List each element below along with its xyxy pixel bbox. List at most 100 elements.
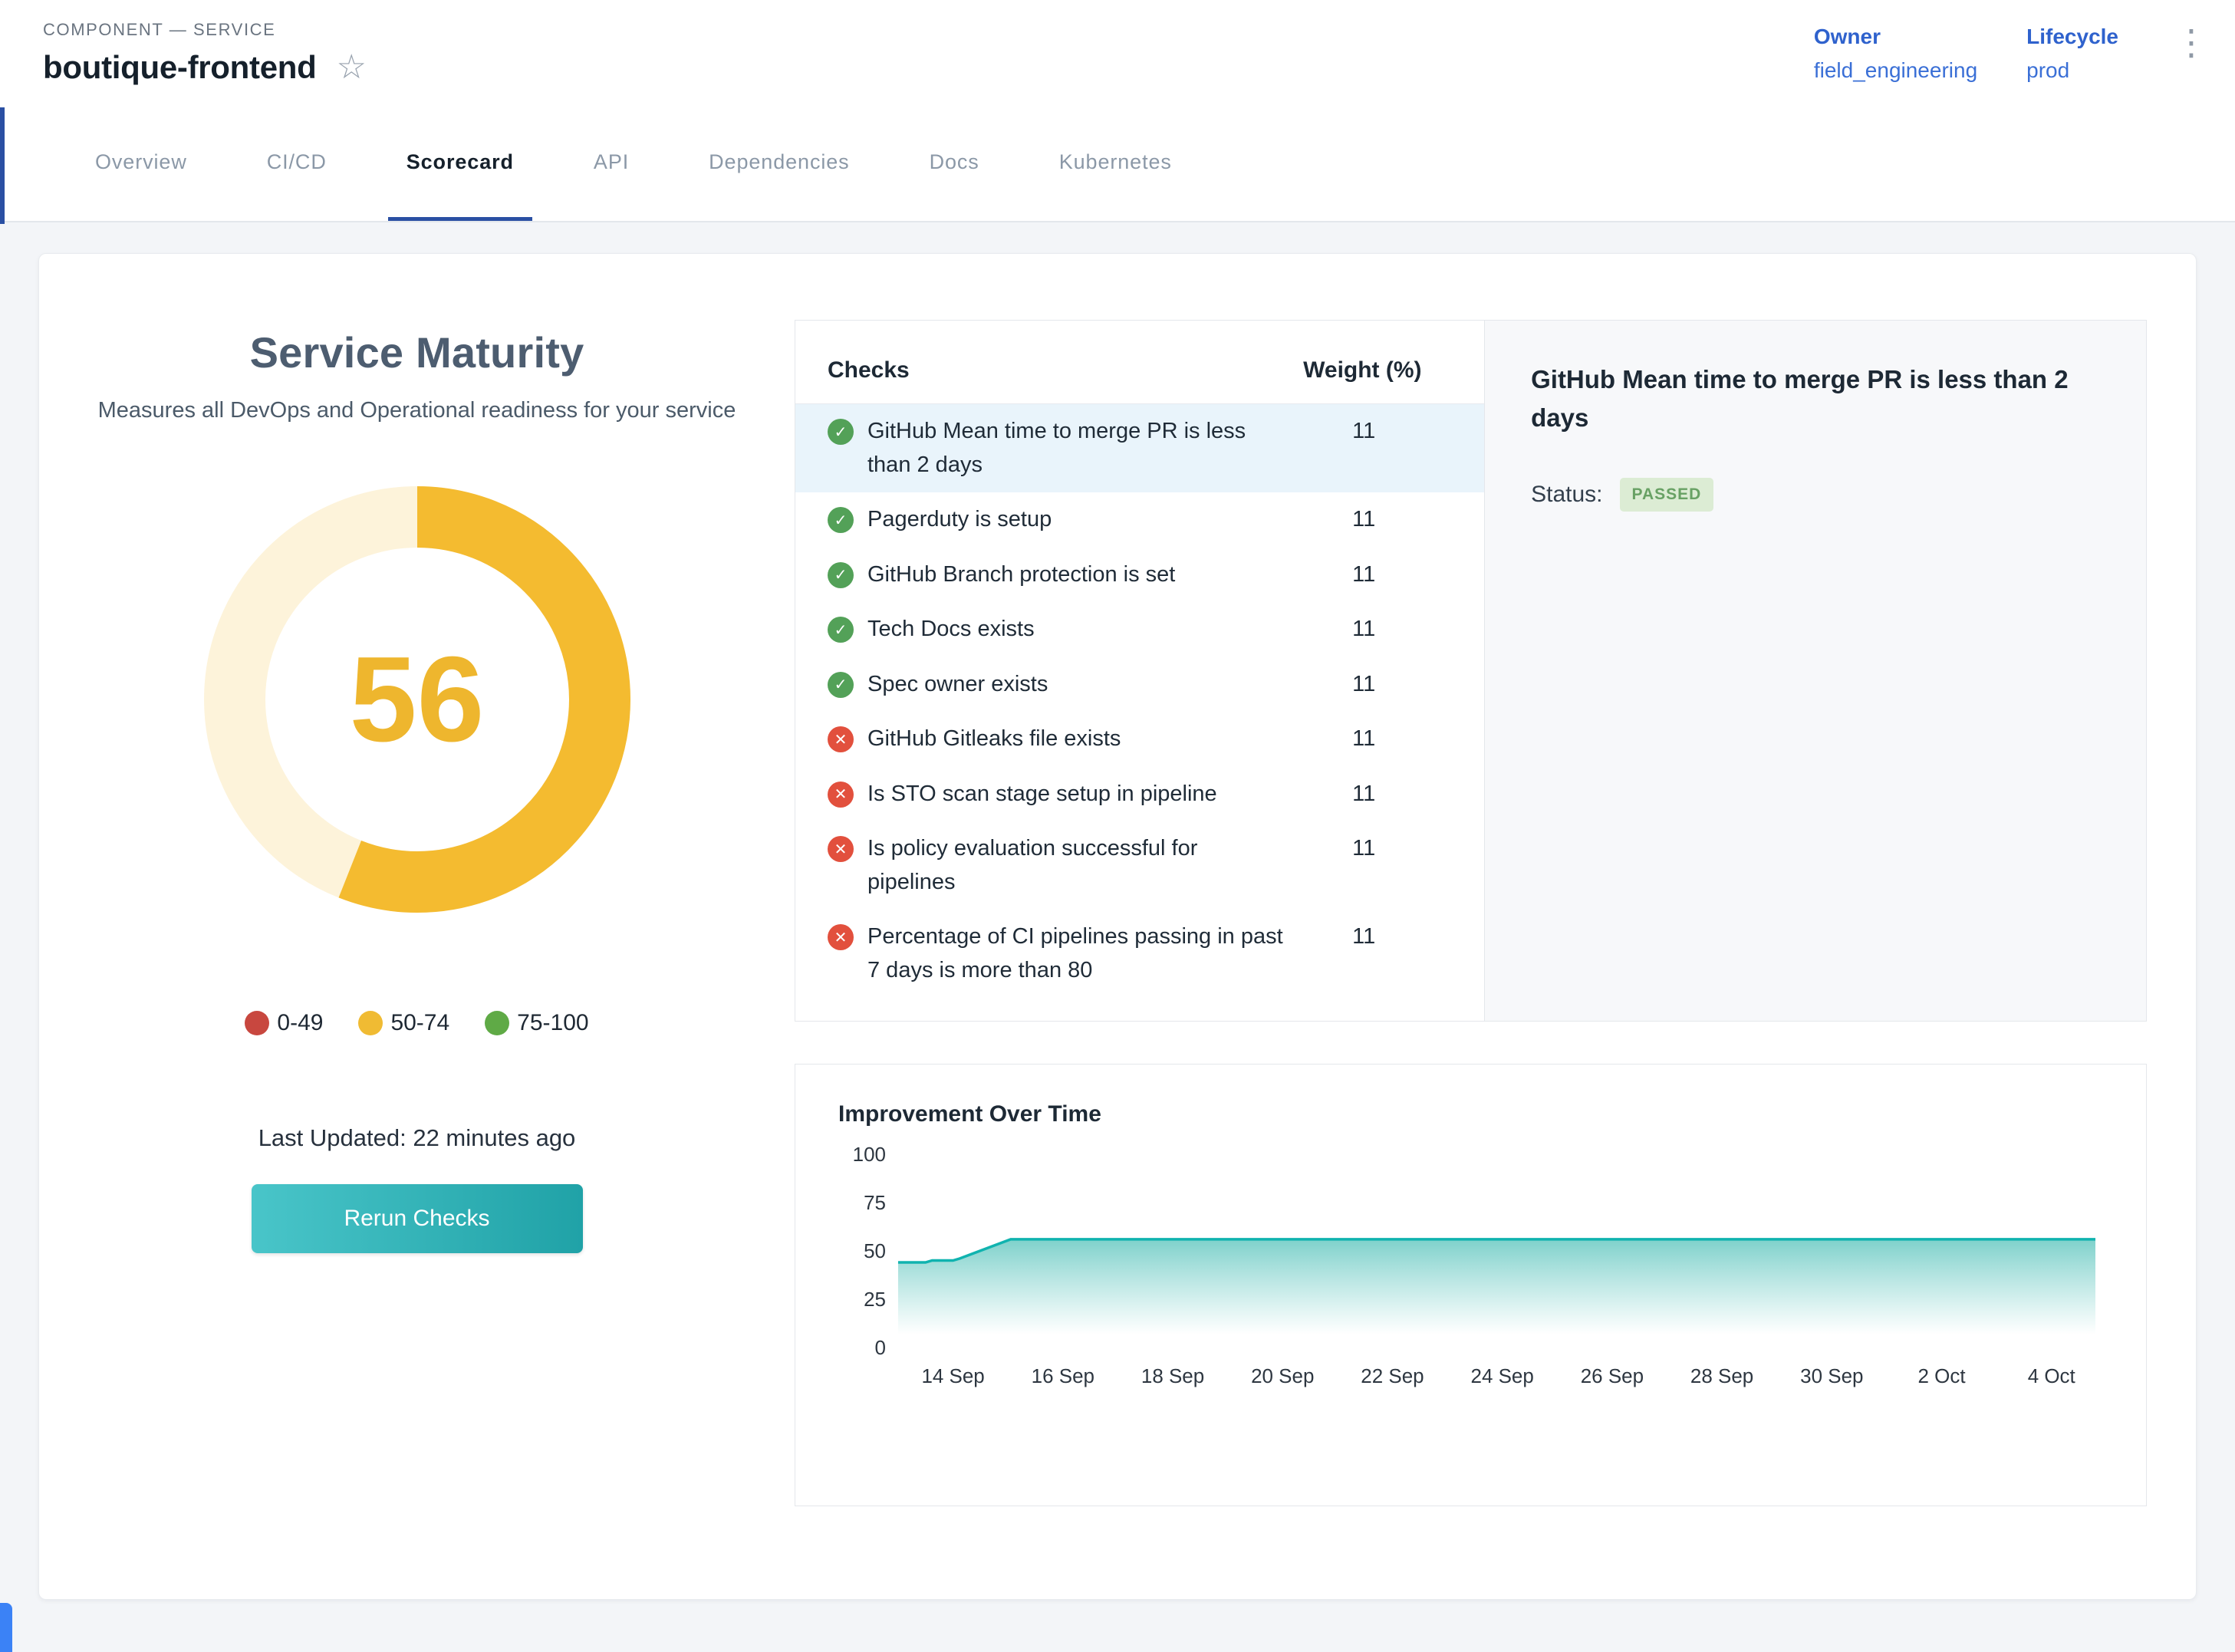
check-pass-icon: ✓: [828, 617, 854, 643]
kebab-menu-icon[interactable]: ⋮: [2168, 25, 2215, 60]
tab-docs[interactable]: Docs: [911, 107, 998, 221]
check-row[interactable]: ✓Spec owner exists11: [795, 657, 1484, 712]
check-weight: 11: [1303, 558, 1457, 587]
rerun-checks-button[interactable]: Rerun Checks: [252, 1184, 583, 1253]
check-weight: 11: [1303, 503, 1457, 532]
legend-item: 0-49: [245, 1010, 323, 1036]
maturity-subtitle: Measures all DevOps and Operational read…: [98, 394, 736, 426]
tab-dependencies[interactable]: Dependencies: [690, 107, 867, 221]
check-weight: 11: [1303, 613, 1457, 642]
check-row[interactable]: ✕GitHub Gitleaks file exists11: [795, 712, 1484, 767]
check-weight: 11: [1303, 668, 1457, 697]
left-accent-bar: [0, 107, 5, 224]
checks-and-chart: Checks Weight (%) ✓GitHub Mean time to m…: [795, 320, 2147, 1599]
check-label: GitHub Branch protection is set: [854, 558, 1303, 592]
page-header: COMPONENT — SERVICE boutique-frontend ☆ …: [0, 0, 2235, 107]
breadcrumb: COMPONENT — SERVICE: [43, 20, 367, 40]
check-label: GitHub Gitleaks file exists: [854, 722, 1303, 756]
tab-ci-cd[interactable]: CI/CD: [249, 107, 345, 221]
legend-item: 75-100: [485, 1010, 588, 1036]
check-label: Tech Docs exists: [854, 613, 1303, 647]
improvement-chart-title: Improvement Over Time: [838, 1101, 2103, 1127]
check-label: Spec owner exists: [854, 668, 1303, 702]
legend-label: 0-49: [277, 1010, 323, 1036]
tab-overview[interactable]: Overview: [77, 107, 206, 221]
svg-text:100: 100: [853, 1143, 886, 1166]
checks-table: Checks Weight (%) ✓GitHub Mean time to m…: [795, 321, 1484, 1021]
score-legend: 0-49 50-74 75-100: [245, 1010, 588, 1036]
scorecard-card: Service Maturity Measures all DevOps and…: [38, 253, 2197, 1600]
lifecycle-value-link[interactable]: prod: [2026, 58, 2118, 83]
status-label: Status:: [1531, 482, 1602, 508]
svg-text:30 Sep: 30 Sep: [1800, 1364, 1863, 1387]
check-row[interactable]: ✓Pagerduty is setup11: [795, 492, 1484, 548]
header-right: Owner field_engineering Lifecycle prod ⋮: [1814, 20, 2215, 83]
svg-text:18 Sep: 18 Sep: [1141, 1364, 1204, 1387]
check-label: Is STO scan stage setup in pipeline: [854, 778, 1303, 811]
star-icon[interactable]: ☆: [336, 51, 366, 84]
check-fail-icon: ✕: [828, 836, 854, 862]
tab-kubernetes[interactable]: Kubernetes: [1041, 107, 1190, 221]
svg-text:28 Sep: 28 Sep: [1690, 1364, 1753, 1387]
check-row[interactable]: ✓GitHub Branch protection is set11: [795, 548, 1484, 603]
checks-table-header: Checks Weight (%): [795, 334, 1484, 404]
legend-label: 50-74: [390, 1010, 449, 1036]
check-row[interactable]: ✓GitHub Mean time to merge PR is less th…: [795, 404, 1484, 492]
maturity-score: 56: [195, 477, 640, 922]
svg-text:22 Sep: 22 Sep: [1361, 1364, 1424, 1387]
check-weight: 11: [1303, 722, 1457, 752]
legend-dot-icon: [245, 1011, 269, 1035]
check-pass-icon: ✓: [828, 672, 854, 698]
check-label: Percentage of CI pipelines passing in pa…: [854, 920, 1303, 987]
maturity-donut: 56: [195, 477, 640, 922]
owner-block: Owner field_engineering: [1814, 25, 1977, 83]
check-pass-icon: ✓: [828, 507, 854, 533]
check-weight: 11: [1303, 778, 1457, 807]
svg-text:14 Sep: 14 Sep: [921, 1364, 984, 1387]
header-left: COMPONENT — SERVICE boutique-frontend ☆: [43, 20, 367, 86]
svg-text:20 Sep: 20 Sep: [1251, 1364, 1314, 1387]
owner-value-link[interactable]: field_engineering: [1814, 58, 1977, 83]
tab-api[interactable]: API: [575, 107, 647, 221]
checks-rows: ✓GitHub Mean time to merge PR is less th…: [795, 404, 1484, 998]
check-label: Pagerduty is setup: [854, 503, 1303, 537]
svg-text:75: 75: [864, 1191, 886, 1214]
check-weight: 11: [1303, 920, 1457, 949]
legend-dot-icon: [485, 1011, 509, 1035]
legend-label: 75-100: [517, 1010, 588, 1036]
checks-column-header: Checks: [828, 357, 1303, 383]
maturity-panel: Service Maturity Measures all DevOps and…: [39, 254, 795, 1599]
check-weight: 11: [1303, 832, 1457, 861]
status-badge: PASSED: [1620, 478, 1714, 512]
check-details-panel: GitHub Mean time to merge PR is less tha…: [1484, 321, 2146, 1021]
checks-section: Checks Weight (%) ✓GitHub Mean time to m…: [795, 320, 2147, 1022]
title-row: boutique-frontend ☆: [43, 49, 367, 86]
tab-scorecard[interactable]: Scorecard: [388, 107, 532, 221]
svg-text:4 Oct: 4 Oct: [2028, 1364, 2076, 1387]
check-details-title: GitHub Mean time to merge PR is less tha…: [1531, 360, 2098, 436]
check-weight: 11: [1303, 415, 1457, 444]
lifecycle-label: Lifecycle: [2026, 25, 2118, 49]
content: Service Maturity Measures all DevOps and…: [0, 222, 2235, 1600]
svg-text:16 Sep: 16 Sep: [1032, 1364, 1094, 1387]
check-row[interactable]: ✕Percentage of CI pipelines passing in p…: [795, 910, 1484, 998]
svg-text:0: 0: [875, 1336, 886, 1359]
legend-item: 50-74: [358, 1010, 449, 1036]
status-row: Status: PASSED: [1531, 478, 2100, 512]
page-title: boutique-frontend: [43, 49, 316, 86]
check-fail-icon: ✕: [828, 782, 854, 808]
tab-bar: Overview CI/CD Scorecard API Dependencies Doc…: [0, 107, 2235, 222]
weight-column-header: Weight (%): [1303, 357, 1457, 383]
check-fail-icon: ✕: [828, 726, 854, 752]
check-pass-icon: ✓: [828, 562, 854, 588]
check-row[interactable]: ✕Is policy evaluation successful for pip…: [795, 821, 1484, 910]
owner-label: Owner: [1814, 25, 1977, 49]
improvement-chart: 0 25 50 75 100 14 Sep 16 Sep 18 Sep 20 Sep 22 Sep…: [838, 1143, 2103, 1396]
lifecycle-block: Lifecycle prod: [2026, 25, 2118, 83]
svg-text:50: 50: [864, 1239, 886, 1262]
svg-text:26 Sep: 26 Sep: [1581, 1364, 1644, 1387]
svg-text:25: 25: [864, 1288, 886, 1311]
svg-text:2 Oct: 2 Oct: [1917, 1364, 1966, 1387]
check-row[interactable]: ✕Is STO scan stage setup in pipeline11: [795, 767, 1484, 822]
check-row[interactable]: ✓Tech Docs exists11: [795, 602, 1484, 657]
